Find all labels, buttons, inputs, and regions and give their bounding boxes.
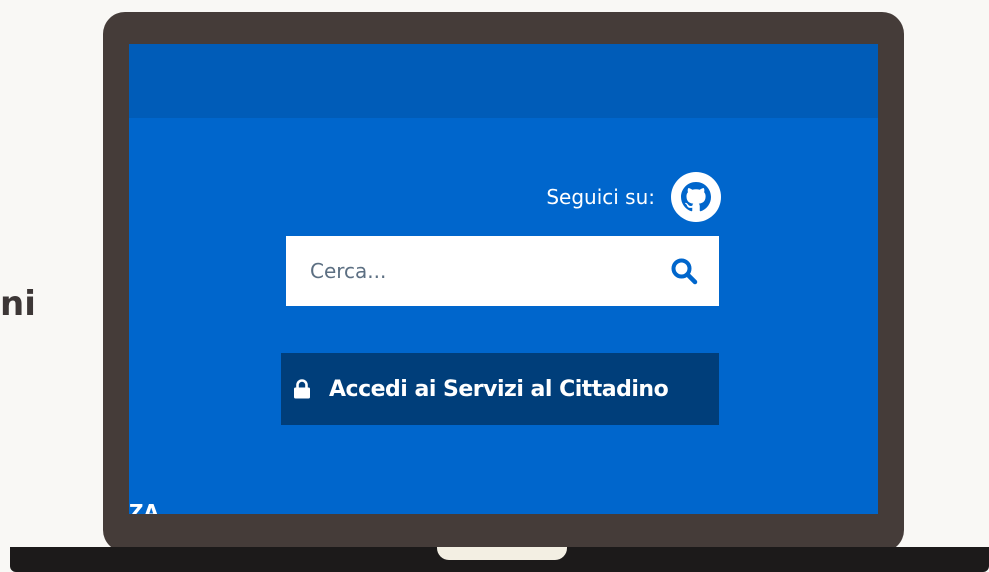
follow-label: Seguici su: [546,185,655,209]
social-follow: Seguici su: [546,172,721,222]
github-link[interactable] [671,172,721,222]
lock-icon [294,379,310,399]
laptop-base [10,547,989,572]
search-bar [286,235,719,307]
background-heading-fragment: ni [0,284,36,324]
citizen-services-login-button[interactable]: Accedi ai Servizi al Cittadino [281,353,719,425]
search-input[interactable] [286,235,649,307]
login-button-label: Accedi ai Servizi al Cittadino [329,376,669,402]
header-top-band [129,44,878,118]
laptop-screen: Seguici su: Accedi ai Servizi al Cit [129,44,878,514]
github-icon [681,182,711,212]
laptop-frame: Seguici su: Accedi ai Servizi al Cit [103,12,904,552]
clipped-menu-label: ZA [129,500,159,514]
search-icon [671,258,698,285]
search-button[interactable] [649,236,719,306]
laptop-notch [437,547,567,560]
